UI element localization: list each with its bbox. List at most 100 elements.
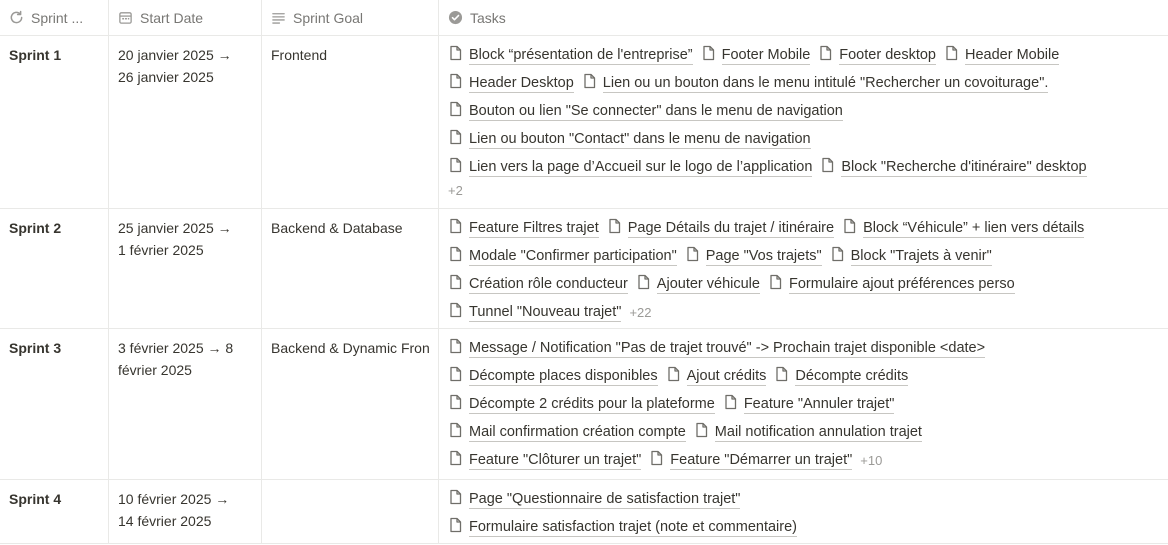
task-link[interactable]: Feature "Annuler trajet"	[723, 391, 895, 419]
task-link[interactable]: Page "Vos trajets"	[685, 243, 822, 271]
cell-sprint-goal[interactable]: Backend & Dynamic Fron	[262, 329, 439, 479]
task-label: Feature "Annuler trajet"	[743, 396, 895, 414]
column-header-start-date[interactable]: Start Date	[109, 0, 262, 35]
page-icon	[448, 486, 463, 514]
task-label: Bouton ou lien "Se connecter" dans le me…	[469, 103, 843, 121]
task-link[interactable]: Page "Questionnaire de satisfaction traj…	[448, 486, 741, 514]
page-icon	[448, 335, 463, 363]
date-range-start: 25 janvier 2025 →	[118, 220, 232, 236]
cell-sprint-name[interactable]: Sprint 3	[0, 329, 109, 479]
date-range-end: 14 février 2025	[118, 513, 212, 529]
cell-tasks[interactable]: Block “présentation de l'entreprise” Foot…	[439, 36, 1168, 208]
table-header: Sprint ... Start Date Sprint Goal Tasks	[0, 0, 1168, 36]
cell-start-date[interactable]: 10 février 2025 → 14 février 2025	[109, 480, 262, 543]
column-header-label: Sprint Goal	[293, 9, 364, 26]
cell-sprint-name[interactable]: Sprint 4	[0, 480, 109, 543]
column-header-sprint[interactable]: Sprint ...	[0, 0, 109, 35]
task-label: Feature Filtres trajet	[469, 220, 599, 238]
task-line: Lien ou bouton "Contact" dans le menu de…	[448, 126, 1168, 154]
table-row[interactable]: Sprint 3 3 février 2025 → 8 février 2025 Ba…	[0, 329, 1168, 480]
cell-sprint-goal[interactable]: Frontend	[262, 36, 439, 208]
page-icon	[607, 215, 622, 243]
page-icon	[448, 447, 463, 475]
task-link[interactable]: Feature "Clôturer un trajet"	[448, 447, 642, 475]
date-range-start: 20 janvier 2025 →	[118, 47, 232, 63]
task-link[interactable]: Footer desktop	[818, 42, 936, 70]
rotate-arrow-icon	[10, 10, 23, 24]
task-link[interactable]: Mail confirmation création compte	[448, 419, 686, 447]
task-line: Lien vers la page d’Accueil sur le logo …	[448, 154, 1168, 182]
task-link[interactable]: Lien ou bouton "Contact" dans le menu de…	[448, 126, 811, 154]
cell-start-date[interactable]: 20 janvier 2025 → 26 janvier 2025	[109, 36, 262, 208]
task-link[interactable]: Formulaire satisfaction trajet (note et …	[448, 514, 797, 542]
task-line: Block “présentation de l'entreprise” Foot…	[448, 42, 1168, 70]
date-range-end: 1 février 2025	[118, 242, 204, 258]
task-label: Block "Trajets à venir"	[850, 248, 992, 266]
sprint-name[interactable]: Sprint 2	[9, 220, 61, 236]
cell-start-date[interactable]: 3 février 2025 → 8 février 2025	[109, 329, 262, 479]
task-link[interactable]: Feature Filtres trajet	[448, 215, 599, 243]
page-icon	[448, 154, 463, 182]
task-link[interactable]: Décompte 2 crédits pour la plateforme	[448, 391, 715, 419]
task-label: Lien ou bouton "Contact" dans le menu de…	[469, 131, 811, 149]
task-line: Décompte places disponibles Ajout crédits…	[448, 363, 1168, 391]
task-link[interactable]: Feature "Démarrer un trajet"	[649, 447, 853, 475]
cell-tasks[interactable]: Page "Questionnaire de satisfaction traj…	[439, 480, 1168, 543]
sprint-name[interactable]: Sprint 4	[9, 491, 61, 507]
cell-sprint-name[interactable]: Sprint 1	[0, 36, 109, 208]
task-link[interactable]: Tunnel "Nouveau trajet"	[448, 299, 622, 327]
task-link[interactable]: Page Détails du trajet / itinéraire	[607, 215, 835, 243]
table-row[interactable]: Sprint 1 20 janvier 2025 → 26 janvier 2025…	[0, 36, 1168, 209]
sprint-name[interactable]: Sprint 1	[9, 47, 61, 63]
task-link[interactable]: Block "Trajets à venir"	[830, 243, 992, 271]
table-body: Sprint 1 20 janvier 2025 → 26 janvier 2025…	[0, 36, 1168, 544]
task-link[interactable]: Formulaire ajout préférences perso	[768, 271, 1015, 299]
column-header-label: Tasks	[470, 9, 506, 26]
cell-sprint-goal[interactable]	[262, 480, 439, 543]
page-icon	[694, 419, 709, 447]
task-link[interactable]: Header Mobile	[944, 42, 1060, 70]
column-header-sprint-goal[interactable]: Sprint Goal	[262, 0, 439, 35]
sprint-name[interactable]: Sprint 3	[9, 340, 61, 356]
task-link[interactable]: Création rôle conducteur	[448, 271, 628, 299]
task-link[interactable]: Block “présentation de l'entreprise”	[448, 42, 693, 70]
task-link[interactable]: Ajouter véhicule	[636, 271, 760, 299]
task-link[interactable]: Block “Véhicule” + lien vers détails	[842, 215, 1085, 243]
task-link[interactable]: Ajout crédits	[666, 363, 767, 391]
task-label: Décompte 2 crédits pour la plateforme	[469, 396, 715, 414]
task-link[interactable]: Block "Recherche d'itinéraire" desktop	[820, 154, 1087, 182]
task-link[interactable]: Décompte crédits	[774, 363, 909, 391]
more-tasks-count[interactable]: +22	[629, 299, 651, 327]
task-link[interactable]: Message / Notification "Pas de trajet tr…	[448, 335, 986, 363]
task-label: Feature "Démarrer un trajet"	[670, 452, 853, 470]
date-range-start: 3 février 2025 → 8	[118, 340, 234, 356]
page-icon	[685, 243, 700, 271]
task-link[interactable]: Mail notification annulation trajet	[694, 419, 922, 447]
task-label: Page Détails du trajet / itinéraire	[627, 220, 835, 238]
date-range-end: février 2025	[118, 362, 192, 378]
cell-start-date[interactable]: 25 janvier 2025 → 1 février 2025	[109, 209, 262, 328]
page-icon	[448, 70, 463, 98]
column-header-tasks[interactable]: Tasks	[439, 0, 1168, 35]
task-label: Lien ou un bouton dans le menu intitulé …	[602, 75, 1049, 93]
task-link[interactable]: Lien ou un bouton dans le menu intitulé …	[582, 70, 1049, 98]
task-link[interactable]: Bouton ou lien "Se connecter" dans le me…	[448, 98, 843, 126]
table-row[interactable]: Sprint 4 10 février 2025 → 14 février 2025…	[0, 480, 1168, 544]
cell-tasks[interactable]: Message / Notification "Pas de trajet tr…	[439, 329, 1168, 479]
table-row[interactable]: Sprint 2 25 janvier 2025 → 1 février 2025 B…	[0, 209, 1168, 329]
cell-tasks[interactable]: Feature Filtres trajet Page Détails du tr…	[439, 209, 1168, 328]
task-link[interactable]: Modale "Confirmer participation"	[448, 243, 677, 271]
task-line: Création rôle conducteur Ajouter véhicule…	[448, 271, 1168, 299]
more-tasks-count[interactable]: +10	[860, 447, 882, 475]
more-tasks-count[interactable]: +2	[448, 182, 1168, 204]
cell-sprint-name[interactable]: Sprint 2	[0, 209, 109, 328]
page-icon	[448, 271, 463, 299]
cell-sprint-goal[interactable]: Backend & Database	[262, 209, 439, 328]
task-label: Formulaire ajout préférences perso	[788, 276, 1015, 294]
task-link[interactable]: Header Desktop	[448, 70, 574, 98]
task-label: Ajout crédits	[686, 368, 767, 386]
task-link[interactable]: Lien vers la page d’Accueil sur le logo …	[448, 154, 813, 182]
task-link[interactable]: Footer Mobile	[701, 42, 811, 70]
task-link[interactable]: Décompte places disponibles	[448, 363, 658, 391]
task-label: Block "Recherche d'itinéraire" desktop	[841, 159, 1087, 177]
